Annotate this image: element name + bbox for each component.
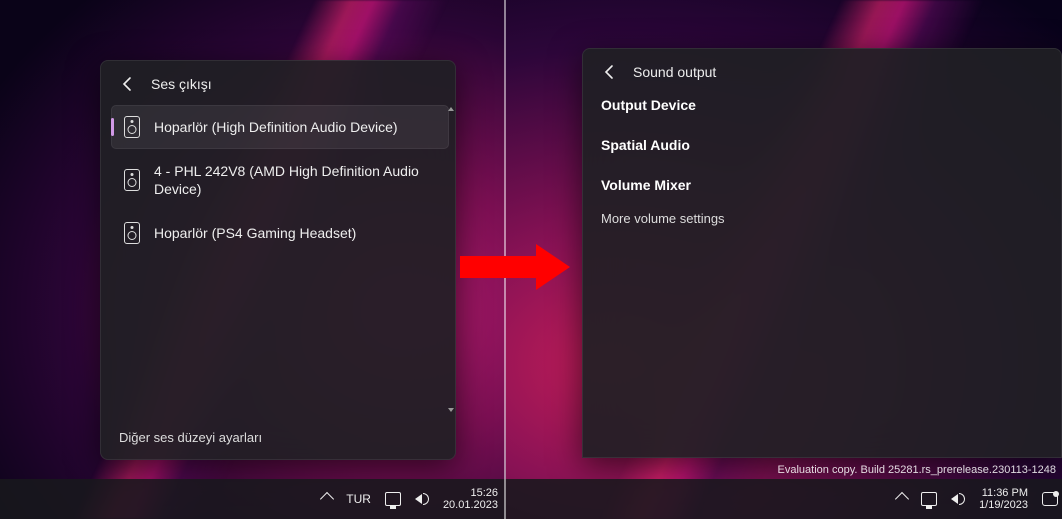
section-spatial-audio: Spatial Audio <box>583 129 1061 159</box>
tray-language[interactable]: TUR <box>346 492 371 506</box>
device-label: Hoparlör (PS4 Gaming Headset) <box>154 224 356 242</box>
tray-network-icon[interactable] <box>921 492 937 506</box>
taskbar: TUR 15:26 20.01.2023 <box>0 479 506 519</box>
tray-clock[interactable]: 15:26 20.01.2023 <box>443 487 498 511</box>
tray-volume-icon[interactable] <box>951 493 965 505</box>
evaluation-watermark: Evaluation copy. Build 25281.rs_prerelea… <box>778 463 1056 477</box>
transition-arrow <box>460 244 580 290</box>
sound-output-flyout: Sound output Output Device Speakers (Hig… <box>582 48 1062 458</box>
tray-notifications-icon[interactable] <box>1042 492 1058 506</box>
section-volume-mixer: Volume Mixer <box>583 169 1061 199</box>
back-button[interactable] <box>119 75 137 93</box>
speaker-icon <box>124 222 140 244</box>
speaker-icon <box>124 169 140 191</box>
taskbar: 11:36 PM 1/19/2023 <box>506 479 1062 519</box>
sound-output-flyout: Ses çıkışı Hoparlör (High Definition Aud… <box>100 60 456 460</box>
devices-scrollbar[interactable] <box>449 105 453 414</box>
tray-overflow-chevron[interactable] <box>897 494 907 504</box>
tray-overflow-chevron[interactable] <box>322 494 332 504</box>
flyout-title: Ses çıkışı <box>151 76 212 92</box>
more-volume-settings-link[interactable]: More volume settings <box>583 199 1061 240</box>
back-button[interactable] <box>601 63 619 81</box>
tray-network-icon[interactable] <box>385 492 401 506</box>
tray-volume-icon[interactable] <box>415 493 429 505</box>
speaker-icon <box>124 116 140 138</box>
more-sound-settings-link[interactable]: Diğer ses düzeyi ayarları <box>101 418 455 459</box>
tray-clock[interactable]: 11:36 PM 1/19/2023 <box>979 487 1028 511</box>
output-device-item[interactable]: 4 - PHL 242V8 (AMD High Definition Audio… <box>111 151 449 209</box>
section-output-device: Output Device <box>583 89 1061 119</box>
flyout-title: Sound output <box>633 64 716 80</box>
output-device-item[interactable]: Hoparlör (High Definition Audio Device) <box>111 105 449 149</box>
output-device-item[interactable]: Hoparlör (PS4 Gaming Headset) <box>111 211 449 255</box>
device-label: 4 - PHL 242V8 (AMD High Definition Audio… <box>154 162 436 198</box>
device-label: Hoparlör (High Definition Audio Device) <box>154 118 398 136</box>
